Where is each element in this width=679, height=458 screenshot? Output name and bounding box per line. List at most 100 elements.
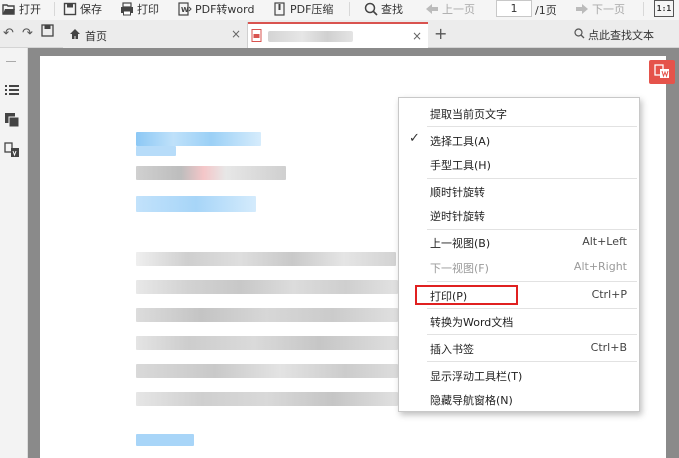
redo-icon[interactable]: ↷ bbox=[22, 26, 33, 41]
menu-item-rotate-ccw[interactable]: 逆时针旋转 bbox=[399, 203, 639, 227]
menu-item-insert-bookmark[interactable]: 插入书签 Ctrl+B bbox=[399, 336, 639, 360]
pdf-to-word-icon: W bbox=[178, 2, 192, 16]
compress-icon bbox=[273, 2, 287, 16]
pdf-to-word-label: PDF转word bbox=[195, 3, 255, 16]
prev-page-label: 上一页 bbox=[442, 3, 475, 16]
menu-item-shortcut: Alt+Right bbox=[573, 260, 627, 273]
arrow-right-icon bbox=[575, 2, 589, 16]
main-toolbar: 打开 保存 打印 W PDF转word PDF压缩 查找 上一页 1 /1页 下… bbox=[0, 0, 679, 20]
blurred-text bbox=[136, 336, 398, 350]
menu-item-convert-word[interactable]: 转换为Word文档 bbox=[399, 309, 639, 333]
menu-divider bbox=[427, 361, 637, 362]
menu-item-label: 下一视图(F) bbox=[430, 262, 489, 275]
blurred-text bbox=[136, 280, 398, 294]
sidebar-grip-icon bbox=[4, 54, 20, 62]
open-label: 打开 bbox=[19, 3, 41, 16]
floating-convert-button[interactable] bbox=[649, 60, 675, 84]
save-button[interactable]: 保存 bbox=[63, 0, 102, 18]
toolbar-divider bbox=[349, 2, 350, 16]
actual-size-label: 1:1 bbox=[656, 4, 672, 13]
tab-home-close-icon[interactable]: × bbox=[231, 27, 241, 41]
blurred-text bbox=[136, 252, 396, 266]
menu-item-label: 转换为Word文档 bbox=[430, 316, 514, 329]
menu-divider bbox=[427, 126, 637, 127]
page-number-input[interactable] bbox=[496, 0, 532, 17]
find-text-label: 点此查找文本 bbox=[588, 29, 654, 42]
menu-item-label: 隐藏导航窗格(N) bbox=[430, 394, 513, 407]
search-icon bbox=[364, 2, 378, 16]
printer-icon bbox=[120, 2, 134, 16]
new-tab-button[interactable]: + bbox=[434, 24, 447, 43]
tab-document-title-blurred bbox=[268, 31, 353, 42]
menu-item-label: 选择工具(A) bbox=[430, 135, 491, 148]
menu-item-label: 逆时针旋转 bbox=[430, 210, 485, 223]
tab-home-label: 首页 bbox=[85, 30, 107, 43]
menu-item-label: 显示浮动工具栏(T) bbox=[430, 370, 523, 383]
find-label: 查找 bbox=[381, 3, 403, 16]
home-icon bbox=[69, 28, 81, 43]
menu-item-label: 提取当前页文字 bbox=[430, 108, 507, 121]
menu-item-label: 上一视图(B) bbox=[430, 237, 491, 250]
folder-open-icon bbox=[2, 2, 16, 16]
blurred-text bbox=[136, 392, 398, 406]
menu-item-floating-toolbar[interactable]: 显示浮动工具栏(T) bbox=[399, 363, 639, 387]
svg-text:W: W bbox=[181, 6, 189, 14]
blurred-text bbox=[136, 146, 176, 156]
checkmark-icon: ✓ bbox=[409, 131, 420, 146]
menu-item-shortcut: Alt+Left bbox=[582, 235, 627, 248]
toolbar-divider bbox=[643, 2, 644, 16]
arrow-left-icon bbox=[425, 2, 439, 16]
blurred-text bbox=[136, 166, 286, 180]
print-button[interactable]: 打印 bbox=[120, 0, 159, 18]
menu-item-label: 插入书签 bbox=[430, 343, 474, 356]
menu-item-prev-view[interactable]: 上一视图(B) Alt+Left bbox=[399, 230, 639, 254]
pdf-compress-label: PDF压缩 bbox=[290, 3, 334, 16]
prev-page-button[interactable]: 上一页 bbox=[425, 0, 475, 18]
blurred-text bbox=[136, 308, 398, 322]
save-label: 保存 bbox=[80, 3, 102, 16]
save-icon bbox=[63, 2, 77, 16]
menu-item-rotate-cw[interactable]: 顺时针旋转 bbox=[399, 179, 639, 203]
pdf-to-word-button[interactable]: W PDF转word bbox=[178, 0, 254, 18]
next-page-button[interactable]: 下一页 bbox=[575, 0, 625, 18]
convert-to-word-icon bbox=[654, 63, 670, 82]
menu-item-hand-tool[interactable]: 手型工具(H) bbox=[399, 152, 639, 176]
menu-item-extract-text[interactable]: 提取当前页文字 bbox=[399, 101, 639, 125]
menu-item-select-tool[interactable]: ✓ 选择工具(A) bbox=[399, 128, 639, 152]
menu-item-shortcut: Ctrl+B bbox=[590, 341, 627, 354]
blurred-text bbox=[136, 196, 256, 212]
page-total: /1页 bbox=[535, 4, 557, 17]
save-small-icon[interactable] bbox=[41, 24, 54, 41]
blurred-text bbox=[136, 434, 194, 446]
undo-icon[interactable]: ↶ bbox=[3, 26, 14, 41]
thumbnails-icon[interactable] bbox=[4, 112, 20, 128]
menu-item-next-view[interactable]: 下一视图(F) Alt+Right bbox=[399, 255, 639, 279]
tab-bar: ↶ ↷ 首页 × × + 点此查找文本 bbox=[0, 20, 679, 48]
search-small-icon bbox=[574, 28, 585, 42]
find-button[interactable]: 查找 bbox=[364, 0, 403, 18]
menu-divider bbox=[427, 281, 637, 282]
outline-list-icon[interactable] bbox=[4, 82, 20, 98]
actual-size-button[interactable]: 1:1 bbox=[654, 0, 674, 17]
context-menu: 提取当前页文字 ✓ 选择工具(A) 手型工具(H) 顺时针旋转 逆时针旋转 上一… bbox=[398, 97, 640, 412]
menu-item-hide-nav-pane[interactable]: 隐藏导航窗格(N) bbox=[399, 387, 639, 411]
tab-home[interactable]: 首页 × bbox=[63, 22, 248, 48]
blurred-text bbox=[136, 364, 398, 378]
next-page-label: 下一页 bbox=[592, 3, 625, 16]
menu-item-shortcut: Ctrl+P bbox=[591, 288, 627, 301]
menu-item-label: 顺时针旋转 bbox=[430, 186, 485, 199]
tab-document[interactable]: × bbox=[248, 22, 428, 48]
open-button[interactable]: 打开 bbox=[2, 0, 41, 18]
left-sidebar bbox=[0, 48, 28, 458]
pdf-file-icon bbox=[251, 29, 263, 45]
find-text-field[interactable]: 点此查找文本 bbox=[574, 27, 654, 43]
pdf-compress-button[interactable]: PDF压缩 bbox=[273, 0, 333, 18]
menu-item-label: 手型工具(H) bbox=[430, 159, 491, 172]
convert-icon[interactable] bbox=[4, 142, 20, 158]
tab-document-close-icon[interactable]: × bbox=[412, 29, 422, 43]
print-highlight-box bbox=[415, 285, 518, 305]
print-label: 打印 bbox=[137, 3, 159, 16]
blurred-text-heading bbox=[136, 132, 261, 146]
menu-divider bbox=[427, 334, 637, 335]
toolbar-divider bbox=[54, 2, 55, 16]
